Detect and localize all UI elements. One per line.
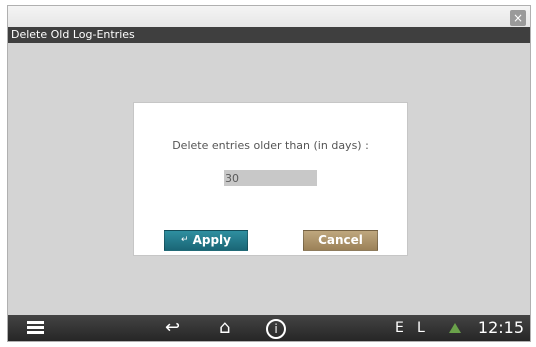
- apply-label: Apply: [192, 233, 231, 247]
- enter-icon: ↵: [181, 235, 189, 245]
- home-icon[interactable]: ⌂: [219, 315, 230, 341]
- status-e: E: [395, 320, 404, 336]
- clock: 12:15: [477, 318, 524, 337]
- menu-icon[interactable]: [27, 321, 44, 335]
- status-l: L: [417, 320, 425, 336]
- window-top-strip: [8, 6, 530, 27]
- back-icon[interactable]: ↩: [165, 315, 180, 341]
- cancel-button[interactable]: Cancel: [303, 230, 378, 251]
- apply-button[interactable]: ↵ Apply: [164, 230, 248, 251]
- delete-dialog: Delete entries older than (in days) : ↵A…: [133, 102, 408, 256]
- days-input[interactable]: [224, 170, 317, 186]
- bottom-bar: ↩ ⌂ i E L 12:15: [8, 315, 530, 341]
- app-window: × Delete Old Log-Entries Delete entries …: [7, 5, 531, 342]
- warning-icon: [449, 323, 461, 333]
- delete-prompt: Delete entries older than (in days) :: [172, 139, 369, 152]
- close-button[interactable]: ×: [510, 10, 526, 26]
- info-icon[interactable]: i: [266, 319, 286, 339]
- window-title: Delete Old Log-Entries: [8, 27, 530, 43]
